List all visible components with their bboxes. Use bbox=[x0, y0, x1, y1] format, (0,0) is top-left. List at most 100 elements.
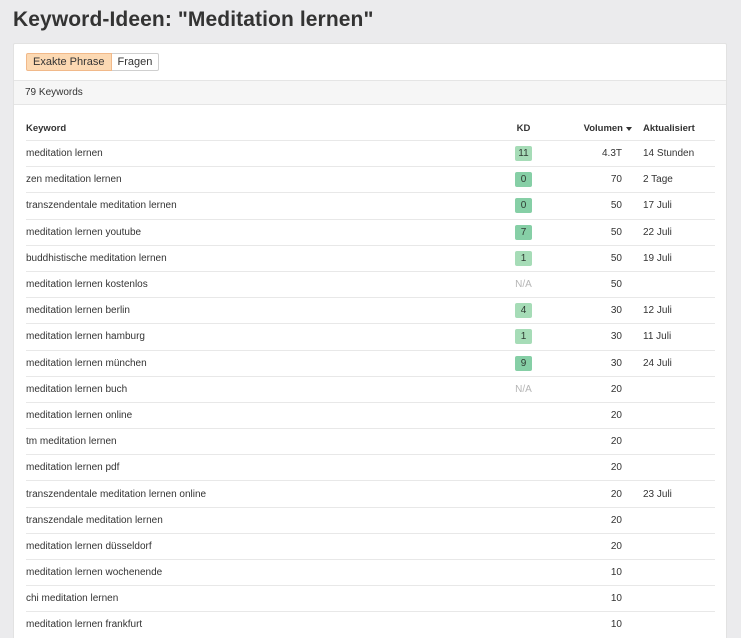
keyword-cell[interactable]: meditation lernen bbox=[26, 141, 486, 166]
keyword-text[interactable]: tm meditation lernen bbox=[26, 436, 117, 447]
updated-cell bbox=[643, 612, 715, 637]
column-header-keyword[interactable]: Keyword bbox=[26, 117, 486, 140]
table-row[interactable]: meditation lernen berlin 4 30 12 Juli bbox=[26, 298, 715, 325]
table-row[interactable]: buddhistische meditation lernen 1 50 19 Jul… bbox=[26, 246, 715, 272]
keyword-cell[interactable]: meditation lernen wochenende bbox=[26, 560, 486, 585]
table-row[interactable]: meditation lernen düsseldorf 20 bbox=[26, 534, 715, 560]
keyword-cell[interactable]: transzendentale meditation lernen online bbox=[26, 481, 486, 506]
keyword-cell[interactable]: buddhistische meditation lernen bbox=[26, 246, 486, 271]
keyword-cell[interactable]: tm meditation lernen bbox=[26, 429, 486, 454]
updated-value: 12 Juli bbox=[643, 305, 672, 317]
volume-value: 70 bbox=[610, 174, 622, 186]
kd-cell bbox=[486, 508, 561, 533]
keyword-text[interactable]: meditation lernen berlin bbox=[26, 305, 130, 316]
table-row[interactable]: meditation lernen hamburg 1 30 11 Juli bbox=[26, 324, 715, 351]
keyword-cell[interactable]: meditation lernen frankfurt bbox=[26, 612, 486, 637]
kd-badge: 7 bbox=[515, 224, 532, 240]
keyword-cell[interactable]: transzendale meditation lernen bbox=[26, 508, 486, 533]
table-row[interactable]: meditation lernen buch N/A 20 bbox=[26, 377, 715, 403]
updated-cell bbox=[643, 534, 715, 559]
keyword-cell[interactable]: zen meditation lernen bbox=[26, 167, 486, 192]
keyword-text[interactable]: meditation lernen buch bbox=[26, 384, 127, 395]
keyword-text[interactable]: meditation lernen online bbox=[26, 410, 132, 421]
keyword-cell[interactable]: meditation lernen youtube bbox=[26, 220, 486, 245]
keyword-count: 79 Keywords bbox=[25, 87, 83, 98]
column-header-updated[interactable]: Aktualisiert bbox=[643, 117, 715, 140]
volume-cell: 4.3T bbox=[566, 141, 622, 166]
table-row[interactable]: meditation lernen pdf 20 bbox=[26, 455, 715, 482]
updated-cell bbox=[643, 377, 715, 402]
updated-value: 22 Juli bbox=[643, 226, 672, 238]
table-row[interactable]: transzendentale meditation lernen 0 50 17 J… bbox=[26, 193, 715, 220]
keyword-cell[interactable]: meditation lernen hamburg bbox=[26, 324, 486, 349]
kd-cell bbox=[486, 481, 561, 506]
volume-cell: 30 bbox=[566, 324, 622, 349]
keyword-text[interactable]: meditation lernen hamburg bbox=[26, 331, 145, 342]
table-row[interactable]: tm meditation lernen 20 bbox=[26, 429, 715, 456]
kd-cell bbox=[486, 586, 561, 611]
volume-value: 20 bbox=[610, 462, 622, 474]
keyword-text[interactable]: buddhistische meditation lernen bbox=[26, 253, 167, 264]
keyword-cell[interactable]: chi meditation lernen bbox=[26, 586, 486, 611]
volume-cell: 10 bbox=[566, 560, 622, 585]
kd-cell bbox=[486, 429, 561, 454]
tab-questions[interactable]: Fragen bbox=[111, 53, 160, 71]
column-header-kd[interactable]: KD bbox=[486, 117, 561, 140]
keyword-text[interactable]: meditation lernen bbox=[26, 148, 103, 159]
table-row[interactable]: meditation lernen 11 4.3T 14 Stunden bbox=[26, 141, 715, 168]
keyword-text[interactable]: chi meditation lernen bbox=[26, 593, 118, 604]
keyword-card: Exakte Phrase Fragen 79 Keywords Keyword… bbox=[13, 43, 727, 638]
keyword-cell[interactable]: meditation lernen pdf bbox=[26, 455, 486, 480]
keyword-text[interactable]: zen meditation lernen bbox=[26, 174, 122, 185]
keyword-cell[interactable]: meditation lernen buch bbox=[26, 377, 486, 402]
updated-value: 23 Juli bbox=[643, 488, 672, 500]
table-row[interactable]: meditation lernen wochenende 10 bbox=[26, 560, 715, 587]
kd-value: N/A bbox=[515, 279, 532, 291]
volume-value: 20 bbox=[610, 514, 622, 526]
kd-badge: 1 bbox=[515, 250, 532, 266]
volume-cell: 20 bbox=[566, 403, 622, 428]
table-row[interactable]: meditation lernen kostenlos N/A 50 bbox=[26, 272, 715, 299]
table-row[interactable]: meditation lernen youtube 7 50 22 Juli bbox=[26, 220, 715, 246]
column-header-volume[interactable]: Volumen bbox=[566, 117, 632, 140]
keyword-table: Keyword KD Volumen Aktualisiert meditati… bbox=[26, 117, 715, 638]
keyword-cell[interactable]: meditation lernen berlin bbox=[26, 298, 486, 323]
keyword-cell[interactable]: meditation lernen kostenlos bbox=[26, 272, 486, 297]
kd-cell bbox=[486, 560, 561, 585]
keyword-cell[interactable]: transzendentale meditation lernen bbox=[26, 193, 486, 218]
table-row[interactable]: meditation lernen frankfurt 10 bbox=[26, 612, 715, 638]
kd-cell bbox=[486, 534, 561, 559]
volume-value: 20 bbox=[610, 409, 622, 421]
kd-cell: N/A bbox=[486, 272, 561, 297]
keyword-cell[interactable]: meditation lernen online bbox=[26, 403, 486, 428]
keyword-text[interactable]: transzendale meditation lernen bbox=[26, 515, 163, 526]
volume-value: 10 bbox=[610, 593, 622, 605]
keyword-text[interactable]: meditation lernen münchen bbox=[26, 358, 147, 369]
table-row[interactable]: meditation lernen münchen 9 30 24 Juli bbox=[26, 351, 715, 377]
keyword-text[interactable]: meditation lernen frankfurt bbox=[26, 619, 142, 630]
updated-cell: 23 Juli bbox=[643, 481, 715, 506]
table-row[interactable]: transzendale meditation lernen 20 bbox=[26, 508, 715, 534]
keyword-text[interactable]: transzendentale meditation lernen bbox=[26, 200, 177, 211]
table-row[interactable]: meditation lernen online 20 bbox=[26, 403, 715, 430]
table-row[interactable]: transzendentale meditation lernen online… bbox=[26, 481, 715, 508]
keyword-text[interactable]: meditation lernen pdf bbox=[26, 462, 119, 473]
updated-value: 17 Juli bbox=[643, 200, 672, 212]
kd-badge: 1 bbox=[515, 329, 532, 345]
kd-cell: 0 bbox=[486, 193, 561, 218]
table-row[interactable]: chi meditation lernen 10 bbox=[26, 586, 715, 613]
volume-cell: 50 bbox=[566, 220, 622, 245]
tab-exact-phrase[interactable]: Exakte Phrase bbox=[26, 53, 112, 71]
keyword-cell[interactable]: meditation lernen düsseldorf bbox=[26, 534, 486, 559]
keyword-text[interactable]: meditation lernen kostenlos bbox=[26, 279, 148, 290]
keyword-text[interactable]: meditation lernen youtube bbox=[26, 227, 141, 238]
keyword-cell[interactable]: meditation lernen münchen bbox=[26, 351, 486, 376]
kd-cell: 1 bbox=[486, 324, 561, 349]
phrase-tabs: Exakte Phrase Fragen bbox=[26, 53, 160, 71]
keyword-text[interactable]: meditation lernen düsseldorf bbox=[26, 541, 152, 552]
keyword-text[interactable]: meditation lernen wochenende bbox=[26, 567, 162, 578]
table-row[interactable]: zen meditation lernen 0 70 2 Tage bbox=[26, 167, 715, 194]
kd-cell: 4 bbox=[486, 298, 561, 323]
keyword-text[interactable]: transzendentale meditation lernen online bbox=[26, 489, 206, 500]
volume-value: 50 bbox=[610, 252, 622, 264]
